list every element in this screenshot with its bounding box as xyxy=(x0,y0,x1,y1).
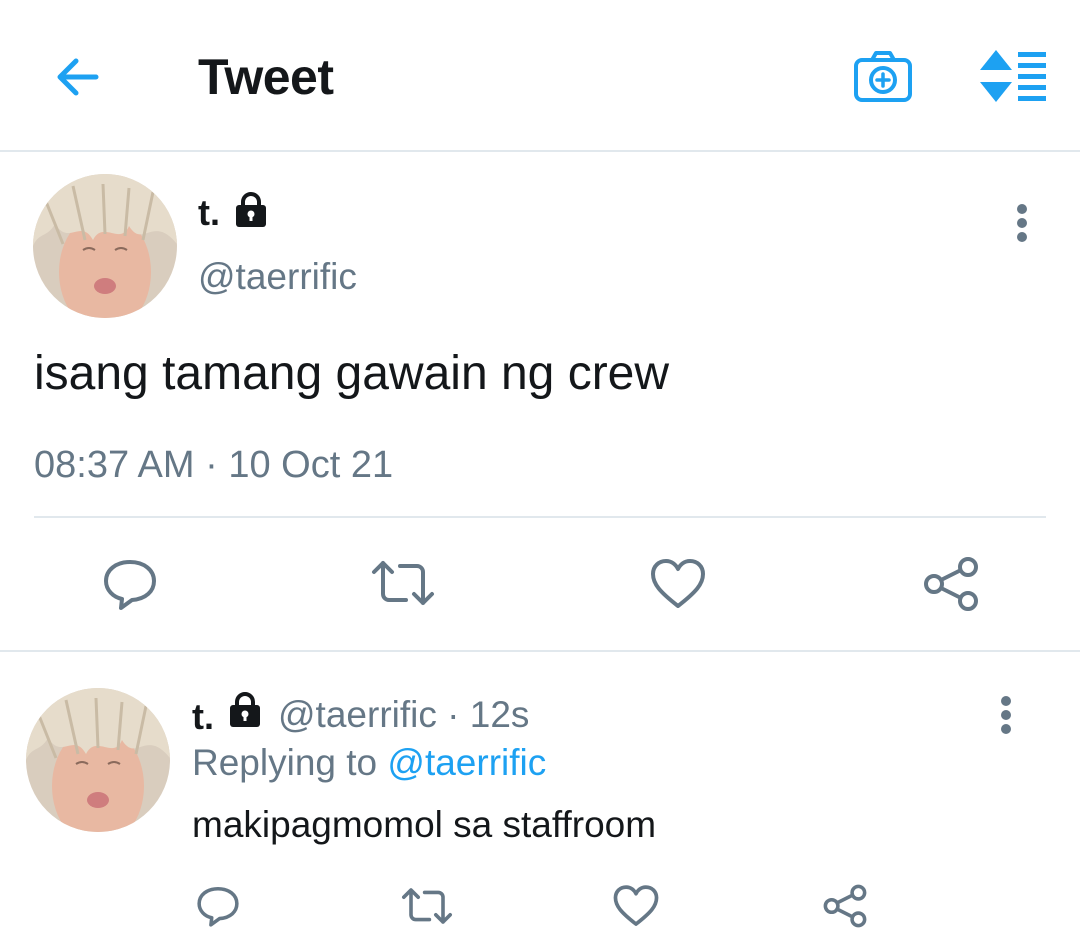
reply-author-name[interactable]: t. xyxy=(192,696,214,738)
reply-share-button[interactable] xyxy=(822,884,868,928)
reply-like-button[interactable] xyxy=(613,884,659,928)
heart-icon xyxy=(651,559,705,608)
reply-author-handle[interactable]: @taerrific xyxy=(278,694,437,735)
add-photo-button[interactable] xyxy=(852,48,914,104)
replying-to-line: Replying to @taerrific xyxy=(192,742,546,784)
reply-icon xyxy=(197,886,239,927)
reply-icon xyxy=(104,560,156,610)
avatar-photo xyxy=(26,688,170,832)
section-divider xyxy=(0,650,1080,652)
meta-separator: · xyxy=(447,694,460,735)
reply-reply-button[interactable] xyxy=(196,884,240,928)
retweet-icon xyxy=(402,888,453,924)
replying-to-label: Replying to xyxy=(192,742,378,783)
share-icon xyxy=(924,557,978,611)
retweet-button[interactable] xyxy=(370,558,436,608)
more-vertical-icon xyxy=(1017,204,1027,242)
page-title: Tweet xyxy=(198,49,334,105)
sort-icon xyxy=(980,50,1046,102)
author-name[interactable]: t. xyxy=(198,192,220,234)
reply-age: 12s xyxy=(469,694,530,735)
more-options-button[interactable] xyxy=(1008,202,1036,244)
share-button[interactable] xyxy=(922,556,980,612)
lock-icon xyxy=(232,192,270,230)
reply-avatar[interactable] xyxy=(26,688,170,832)
retweet-icon xyxy=(372,561,434,605)
divider xyxy=(34,516,1046,518)
avatar[interactable] xyxy=(33,174,177,318)
tweet-timestamp: 08:37 AM · 10 Oct 21 xyxy=(34,444,394,486)
reply-text: makipagmomol sa staffroom xyxy=(192,804,657,845)
sort-replies-button[interactable] xyxy=(978,48,1048,104)
heart-icon xyxy=(613,885,659,926)
reply-more-options-button[interactable] xyxy=(992,694,1020,736)
avatar-photo xyxy=(33,174,177,318)
arrow-left-icon xyxy=(57,58,99,96)
like-button[interactable] xyxy=(650,558,706,610)
top-app-bar: Tweet xyxy=(0,0,1080,152)
reply-retweet-button[interactable] xyxy=(400,886,454,926)
author-handle[interactable]: @taerrific xyxy=(198,256,357,298)
tweet-text: isang tamang gawain ng crew xyxy=(34,347,670,400)
lock-icon xyxy=(226,692,264,730)
more-vertical-icon xyxy=(1001,696,1011,734)
camera-plus-icon xyxy=(854,51,912,102)
reply-button[interactable] xyxy=(102,556,158,612)
reply-meta: @taerrific · 12s xyxy=(278,694,529,736)
replying-to-handle-link[interactable]: @taerrific xyxy=(387,742,546,783)
back-button[interactable] xyxy=(50,52,106,102)
share-icon xyxy=(823,884,867,928)
